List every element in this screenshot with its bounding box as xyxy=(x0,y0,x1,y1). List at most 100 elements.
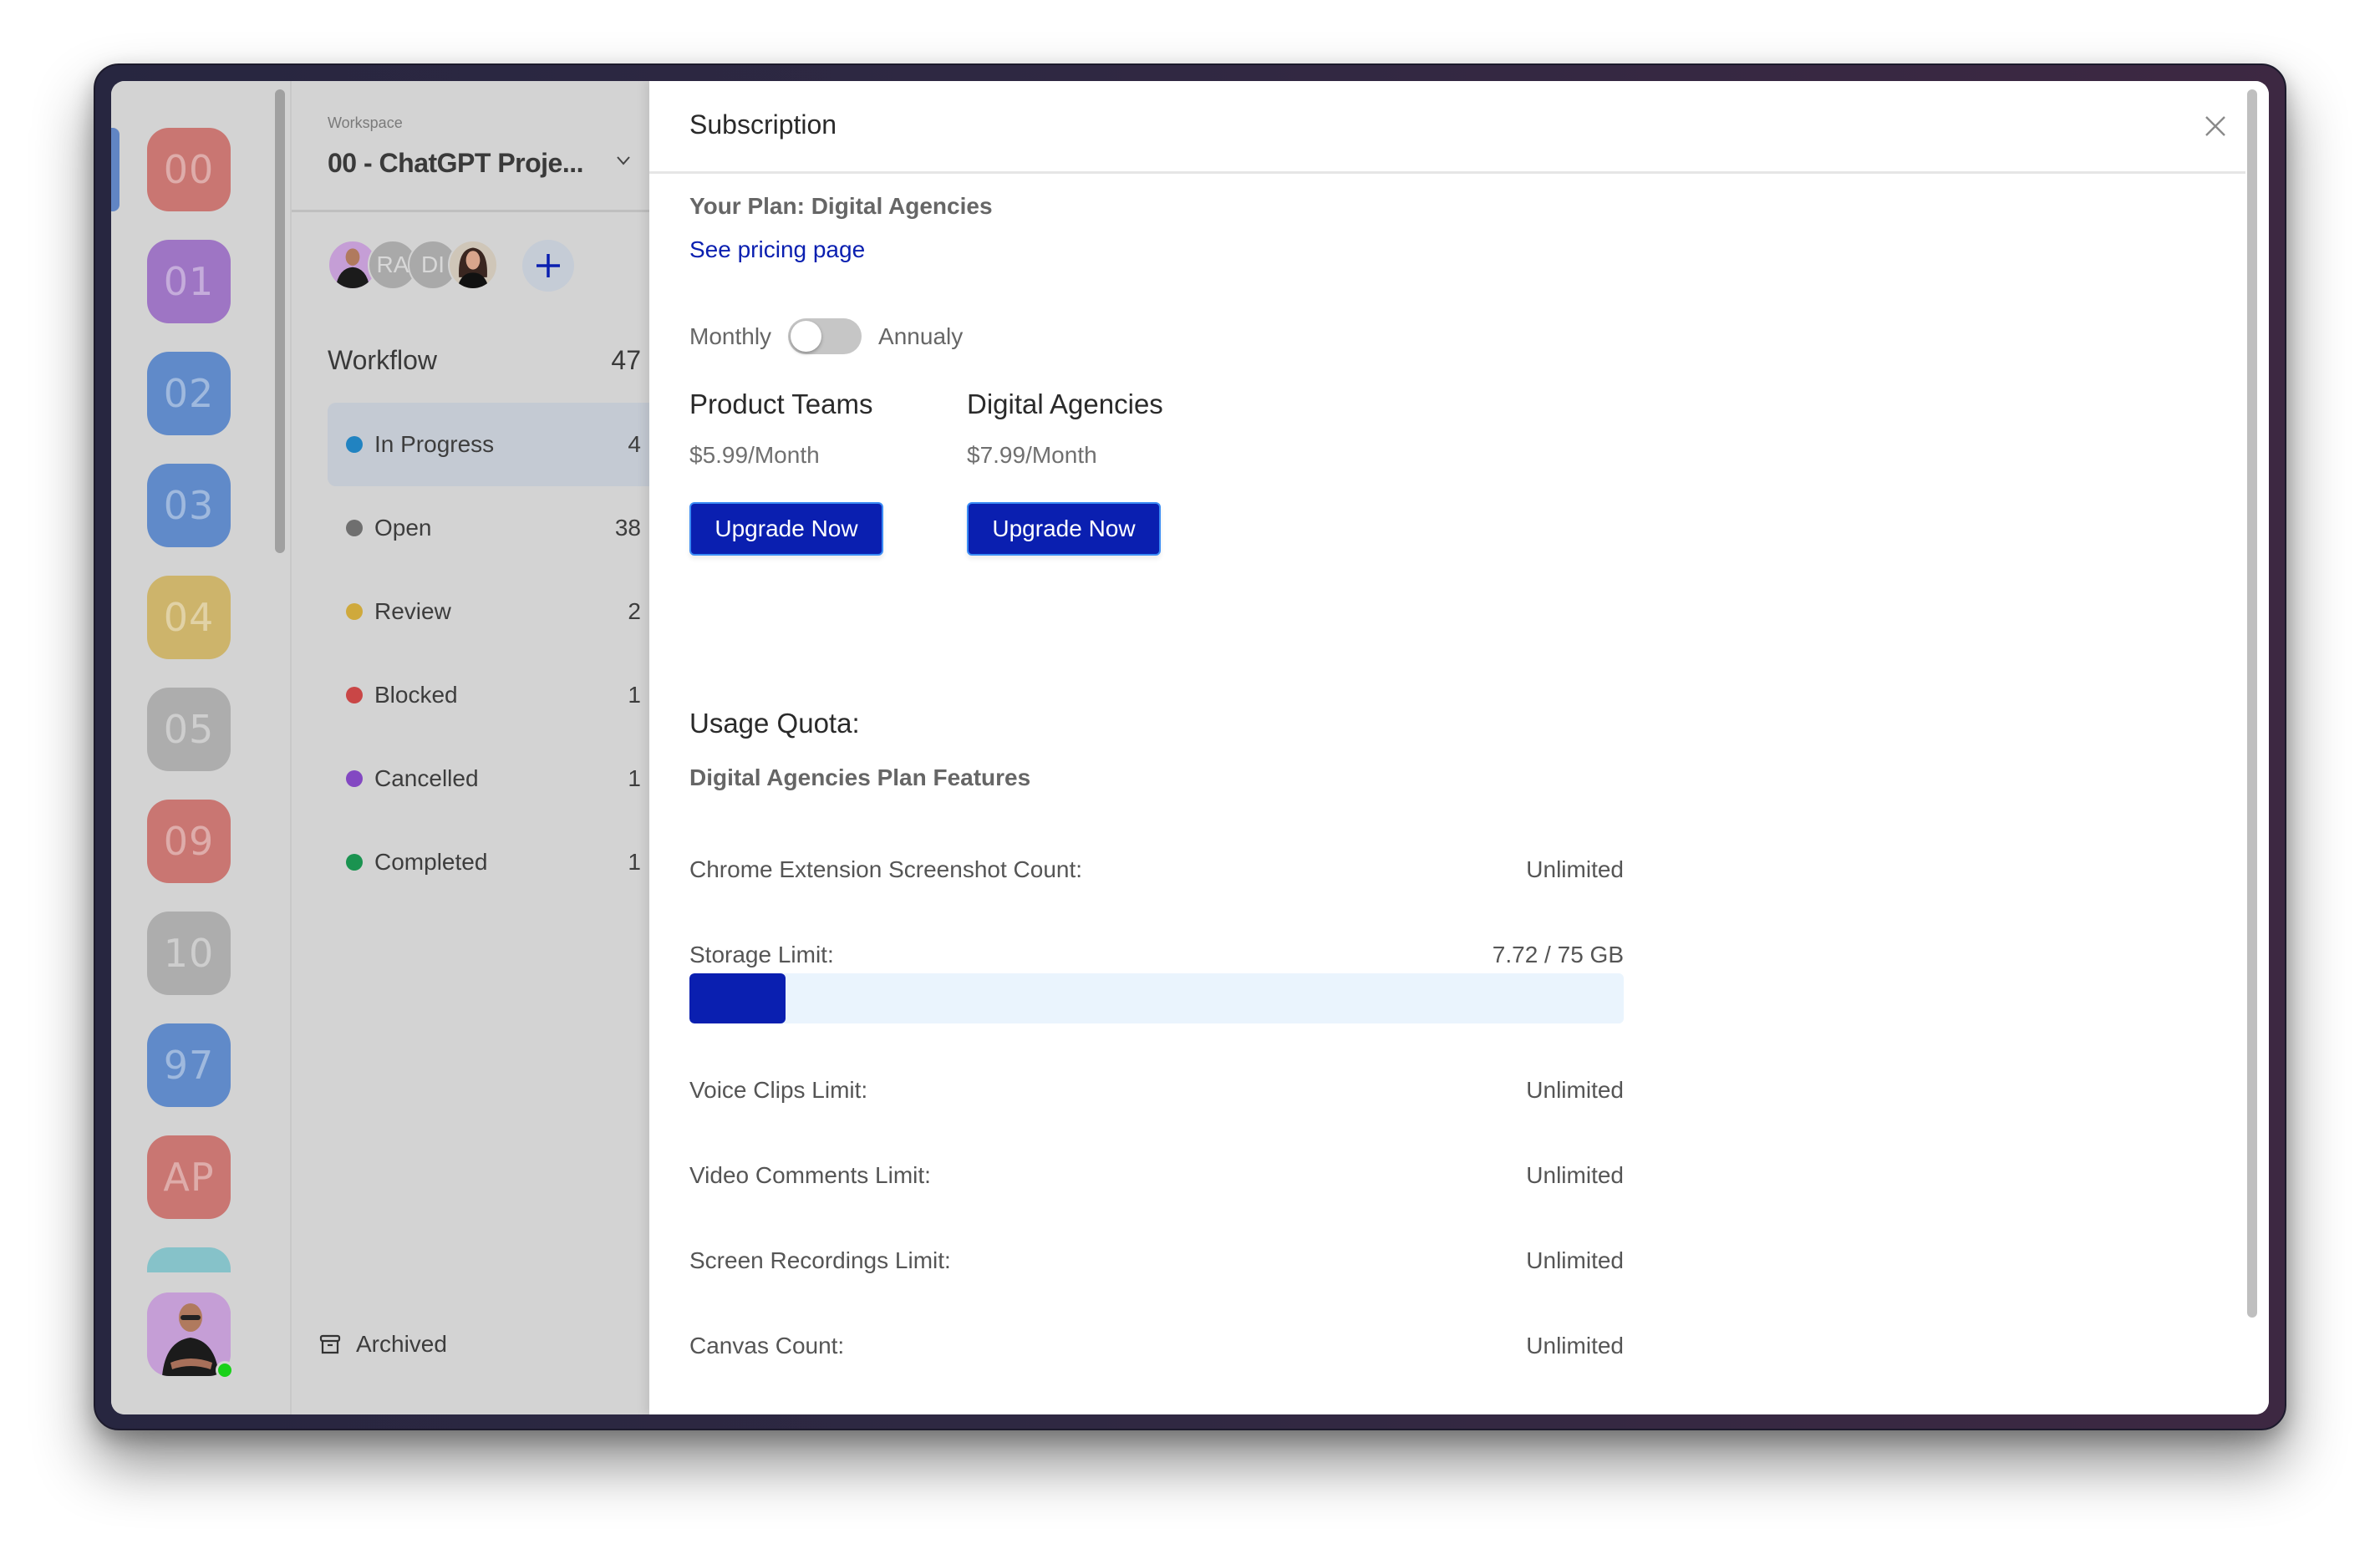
plan-card: Product Teams $5.99/Month Upgrade Now xyxy=(689,388,883,556)
plan-features-title: Digital Agencies Plan Features xyxy=(689,764,1031,790)
archived-link[interactable]: Archived xyxy=(319,1331,447,1358)
workspace-tile[interactable]: 09 xyxy=(147,800,231,883)
feature-label: Video Comments Limit: xyxy=(689,1162,931,1188)
workspace-tile[interactable]: 05 xyxy=(147,688,231,771)
workspace-tile[interactable]: 04 xyxy=(147,576,231,659)
feature-row: Video Comments Limit: Unlimited xyxy=(689,1162,1624,1189)
feature-value: Unlimited xyxy=(1526,856,1624,882)
status-count: 2 xyxy=(628,598,641,624)
plan-name: Digital Agencies xyxy=(967,388,1163,419)
workspace-selector[interactable]: 00 - ChatGPT Proje... xyxy=(328,148,584,179)
plan-card: Digital Agencies $7.99/Month Upgrade Now xyxy=(967,388,1163,556)
status-label: In Progress xyxy=(374,431,495,457)
feature-value: Unlimited xyxy=(1526,1077,1624,1103)
status-item-blocked[interactable]: Blocked 1 xyxy=(328,653,649,737)
status-item-completed[interactable]: Completed 1 xyxy=(328,820,649,904)
workspace-tile-column: 00 01 02 03 04 05 09 10 97 AP xyxy=(111,81,292,1414)
status-count: 1 xyxy=(628,765,641,791)
feature-label: Storage Limit: xyxy=(689,942,834,967)
feature-row: Chrome Extension Screenshot Count: Unlim… xyxy=(689,856,1624,883)
workspace-label: Workspace xyxy=(328,114,403,131)
tile-column-scrollbar[interactable] xyxy=(275,89,285,553)
storage-usage-bar xyxy=(689,973,1624,1023)
workspace-tile[interactable]: 10 xyxy=(147,912,231,995)
usage-quota-title: Usage Quota: xyxy=(689,708,860,739)
workspace-tile-partial[interactable] xyxy=(147,1247,231,1272)
storage-usage-fill xyxy=(689,973,786,1023)
feature-value: 7.72 / 75 GB xyxy=(1492,942,1624,967)
current-plan: Your Plan: Digital Agencies xyxy=(689,193,993,219)
workspace-tile[interactable]: 03 xyxy=(147,464,231,547)
feature-label: Canvas Count: xyxy=(689,1333,845,1358)
billing-period-toggle-group: Monthly Annualy xyxy=(689,318,963,354)
status-dot xyxy=(346,603,363,620)
annual-label: Annualy xyxy=(878,322,964,349)
device-frame: 00 01 02 03 04 05 09 10 97 AP Workspace … xyxy=(94,63,2286,1430)
status-label: Open xyxy=(374,515,432,541)
selected-tile-indicator xyxy=(111,128,120,211)
plan-options: Product Teams $5.99/Month Upgrade Now Di… xyxy=(689,388,1163,556)
current-user-avatar[interactable] xyxy=(147,1292,234,1379)
upgrade-now-button[interactable]: Upgrade Now xyxy=(967,502,1161,556)
plan-price: $7.99/Month xyxy=(967,442,1097,468)
workspace-panel: Workspace 00 - ChatGPT Proje... RA DI Wo… xyxy=(292,81,649,1414)
status-label: Cancelled xyxy=(374,765,479,791)
workflow-title: Workflow xyxy=(328,345,437,375)
status-item-cancelled[interactable]: Cancelled 1 xyxy=(328,737,649,820)
feature-row: Screen Recordings Limit: Unlimited xyxy=(689,1247,1624,1274)
feature-row: Storage Limit: 7.72 / 75 GB xyxy=(689,942,1624,968)
status-dot xyxy=(346,770,363,787)
status-item-in-progress[interactable]: In Progress 4 xyxy=(328,403,649,486)
archived-label: Archived xyxy=(356,1331,447,1357)
status-dot xyxy=(346,520,363,536)
feature-label: Voice Clips Limit: xyxy=(689,1077,868,1103)
workspace-tile[interactable]: AP xyxy=(147,1135,231,1219)
panel-title: Subscription xyxy=(689,109,837,140)
status-count: 38 xyxy=(614,515,641,541)
panel-scrollbar[interactable] xyxy=(2247,89,2257,1318)
subscription-panel: Subscription Your Plan: Digital Agencies… xyxy=(649,81,2269,1414)
workspace-tile[interactable]: 97 xyxy=(147,1023,231,1107)
see-pricing-link[interactable]: See pricing page xyxy=(689,236,865,263)
archive-box-icon xyxy=(319,1334,341,1354)
workflow-status-list: In Progress 4 Open 38 Review 2 Blocked 1 xyxy=(328,403,649,904)
status-count: 1 xyxy=(628,849,641,875)
workspace-tile[interactable]: 02 xyxy=(147,352,231,435)
feature-value: Unlimited xyxy=(1526,1247,1624,1273)
member-avatars: RA DI xyxy=(328,240,595,292)
feature-row: Canvas Count: Unlimited xyxy=(689,1333,1624,1359)
status-label: Blocked xyxy=(374,682,458,708)
header-divider xyxy=(649,171,2245,174)
workflow-total: 47 xyxy=(611,345,641,375)
upgrade-now-button[interactable]: Upgrade Now xyxy=(689,502,883,556)
feature-label: Chrome Extension Screenshot Count: xyxy=(689,856,1083,882)
workflow-header: Workflow 47 xyxy=(328,345,641,376)
status-item-open[interactable]: Open 38 xyxy=(328,486,649,570)
status-count: 1 xyxy=(628,682,641,708)
feature-value: Unlimited xyxy=(1526,1162,1624,1188)
online-status-dot xyxy=(216,1361,234,1379)
status-dot xyxy=(346,687,363,703)
toggle-knob xyxy=(791,321,822,352)
status-count: 4 xyxy=(628,431,641,457)
plan-price: $5.99/Month xyxy=(689,442,820,468)
status-dot xyxy=(346,436,363,453)
chevron-down-icon[interactable] xyxy=(614,151,633,170)
feature-row: Voice Clips Limit: Unlimited xyxy=(689,1077,1624,1104)
app-screen: 00 01 02 03 04 05 09 10 97 AP Workspace … xyxy=(111,81,2269,1414)
close-icon[interactable] xyxy=(2204,114,2227,138)
status-dot xyxy=(346,854,363,871)
feature-label: Screen Recordings Limit: xyxy=(689,1247,951,1273)
workspace-tile[interactable]: 01 xyxy=(147,240,231,323)
member-avatar[interactable] xyxy=(448,240,498,290)
workspace-tile[interactable]: 00 xyxy=(147,128,231,211)
feature-value: Unlimited xyxy=(1526,1333,1624,1358)
add-member-button[interactable] xyxy=(522,240,574,292)
status-item-review[interactable]: Review 2 xyxy=(328,570,649,653)
billing-period-toggle[interactable] xyxy=(788,318,862,354)
status-label: Review xyxy=(374,598,451,624)
member-photo-icon xyxy=(457,247,489,288)
workspace-divider xyxy=(292,210,649,212)
monthly-label: Monthly xyxy=(689,322,772,349)
plan-name: Product Teams xyxy=(689,388,873,419)
